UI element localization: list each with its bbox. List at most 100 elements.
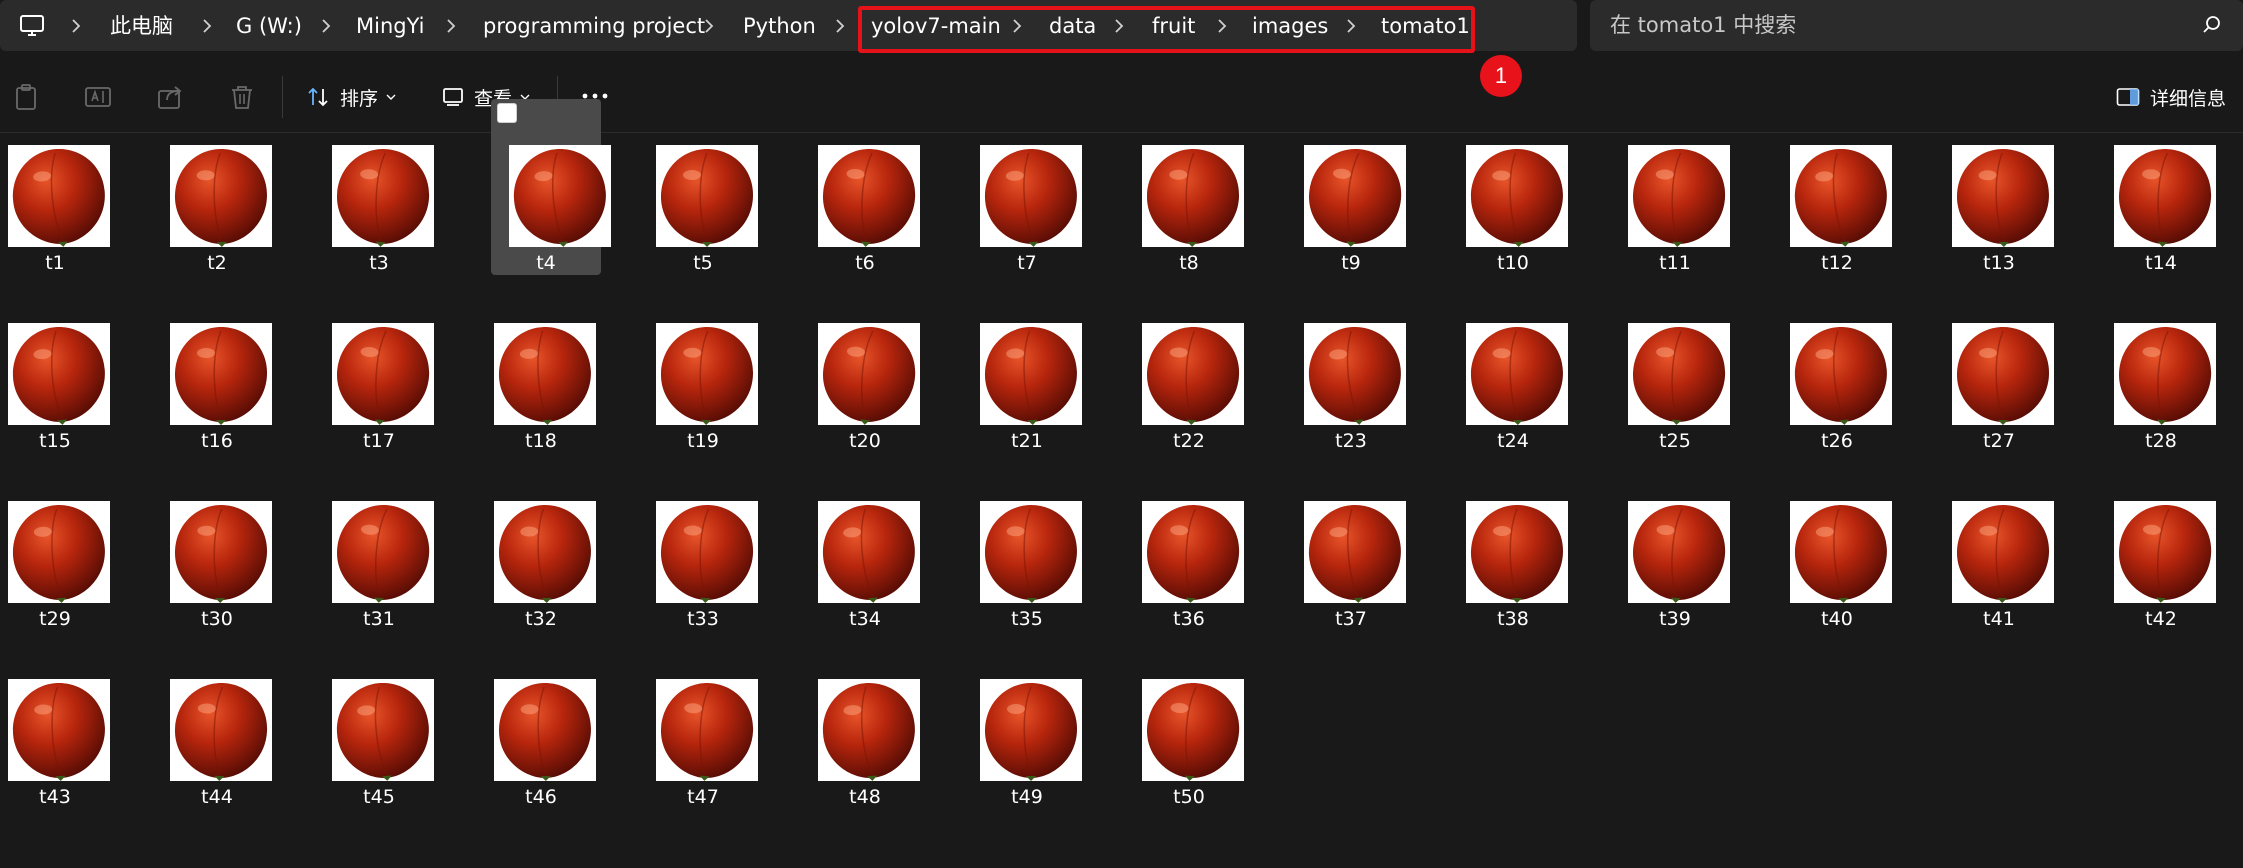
file-thumbnail[interactable] (332, 323, 434, 425)
breadcrumb-yolov7-main[interactable]: yolov7-main (871, 11, 1001, 41)
file-thumbnail[interactable] (332, 679, 434, 781)
file-thumbnail[interactable] (170, 501, 272, 603)
breadcrumb-images[interactable]: images (1252, 11, 1328, 41)
search-icon[interactable] (2201, 14, 2223, 36)
breadcrumb-python[interactable]: Python (743, 11, 816, 41)
file-item[interactable]: t20 (796, 277, 954, 453)
file-thumbnail[interactable] (1628, 501, 1730, 603)
chevron-right-icon[interactable] (441, 14, 461, 38)
file-item[interactable]: t46 (472, 633, 630, 809)
chevron-right-icon[interactable] (1341, 14, 1361, 38)
file-thumbnail[interactable] (170, 679, 272, 781)
file-thumbnail[interactable] (1304, 323, 1406, 425)
file-thumbnail[interactable] (2114, 501, 2216, 603)
file-thumbnail[interactable] (656, 145, 758, 247)
file-thumbnail[interactable] (332, 501, 434, 603)
file-thumbnail[interactable] (1304, 145, 1406, 247)
file-item[interactable]: t35 (958, 455, 1116, 631)
file-thumbnail[interactable] (1142, 501, 1244, 603)
file-thumbnail[interactable] (1790, 501, 1892, 603)
file-item[interactable]: t40 (1768, 455, 1926, 631)
file-thumbnail[interactable] (8, 323, 110, 425)
file-thumbnail[interactable] (1304, 501, 1406, 603)
file-thumbnail[interactable] (170, 323, 272, 425)
file-thumbnail[interactable] (1790, 145, 1892, 247)
file-thumbnail[interactable] (1952, 323, 2054, 425)
address-bar[interactable]: 此电脑 G (W:) MingYi programming project Py… (0, 0, 1577, 51)
file-item[interactable]: t29 (0, 455, 144, 631)
chevron-right-icon[interactable] (699, 14, 719, 38)
breadcrumb-data[interactable]: data (1049, 11, 1096, 41)
file-item[interactable]: t14 (2092, 99, 2243, 275)
file-item[interactable]: t28 (2092, 277, 2243, 453)
file-thumbnail[interactable] (1466, 323, 1568, 425)
file-item[interactable]: t50 (1120, 633, 1278, 809)
file-item[interactable]: t12 (1768, 99, 1926, 275)
search-input[interactable] (1610, 9, 2170, 41)
file-thumbnail[interactable] (1466, 145, 1568, 247)
file-item[interactable]: t13 (1930, 99, 2088, 275)
file-item[interactable]: t9 (1282, 99, 1440, 275)
file-thumbnail[interactable] (656, 679, 758, 781)
file-thumbnail[interactable] (980, 323, 1082, 425)
search-box[interactable] (1590, 0, 2243, 51)
file-item[interactable]: t27 (1930, 277, 2088, 453)
file-item[interactable]: t45 (310, 633, 468, 809)
file-item[interactable]: t36 (1120, 455, 1278, 631)
file-item[interactable]: t7 (958, 99, 1116, 275)
breadcrumb-programming-project[interactable]: programming project (483, 11, 705, 41)
file-item[interactable]: t25 (1606, 277, 1764, 453)
selection-checkbox[interactable] (497, 103, 517, 123)
chevron-right-icon[interactable] (1109, 14, 1129, 38)
file-thumbnail[interactable] (818, 323, 920, 425)
file-thumbnail[interactable] (980, 679, 1082, 781)
file-item[interactable]: t26 (1768, 277, 1926, 453)
breadcrumb-fruit[interactable]: fruit (1152, 11, 1195, 41)
file-item[interactable]: t16 (148, 277, 306, 453)
file-item[interactable]: t47 (634, 633, 792, 809)
file-item[interactable]: t49 (958, 633, 1116, 809)
file-item[interactable]: t4 (491, 99, 611, 275)
chevron-right-icon[interactable] (316, 14, 336, 38)
file-item[interactable]: t41 (1930, 455, 2088, 631)
file-thumbnail[interactable] (8, 679, 110, 781)
file-item[interactable]: t37 (1282, 455, 1440, 631)
file-item[interactable]: t18 (472, 277, 630, 453)
file-item[interactable]: t22 (1120, 277, 1278, 453)
file-thumbnail[interactable] (818, 679, 920, 781)
file-item[interactable]: t30 (148, 455, 306, 631)
chevron-right-icon[interactable] (830, 14, 850, 38)
file-thumbnail[interactable] (2114, 323, 2216, 425)
file-thumbnail[interactable] (656, 323, 758, 425)
file-thumbnail[interactable] (1952, 145, 2054, 247)
file-item[interactable]: t48 (796, 633, 954, 809)
file-item[interactable]: t15 (0, 277, 144, 453)
breadcrumb-drive[interactable]: G (W:) (236, 11, 302, 41)
chevron-right-icon[interactable] (66, 14, 86, 38)
file-item[interactable]: t10 (1444, 99, 1602, 275)
file-thumbnail[interactable] (818, 501, 920, 603)
file-item[interactable]: t43 (0, 633, 144, 809)
file-thumbnail[interactable] (1142, 323, 1244, 425)
file-thumbnail[interactable] (8, 501, 110, 603)
breadcrumb-this-pc[interactable]: 此电脑 (110, 11, 173, 41)
file-item[interactable]: t11 (1606, 99, 1764, 275)
file-item[interactable]: t8 (1120, 99, 1278, 275)
file-thumbnail[interactable] (494, 679, 596, 781)
file-thumbnail[interactable] (1142, 145, 1244, 247)
breadcrumb-tomato1[interactable]: tomato1 (1381, 11, 1470, 41)
file-item[interactable]: t32 (472, 455, 630, 631)
file-item[interactable]: t5 (634, 99, 792, 275)
file-thumbnail[interactable] (656, 501, 758, 603)
file-thumbnail[interactable] (1628, 145, 1730, 247)
file-item[interactable]: t38 (1444, 455, 1602, 631)
file-item[interactable]: t17 (310, 277, 468, 453)
file-thumbnail[interactable] (1466, 501, 1568, 603)
this-pc-icon[interactable] (19, 13, 45, 39)
file-thumbnail[interactable] (332, 145, 434, 247)
file-thumbnail[interactable] (1142, 679, 1244, 781)
chevron-right-icon[interactable] (1007, 14, 1027, 38)
file-item[interactable]: t6 (796, 99, 954, 275)
file-item[interactable]: t19 (634, 277, 792, 453)
file-thumbnail[interactable] (818, 145, 920, 247)
